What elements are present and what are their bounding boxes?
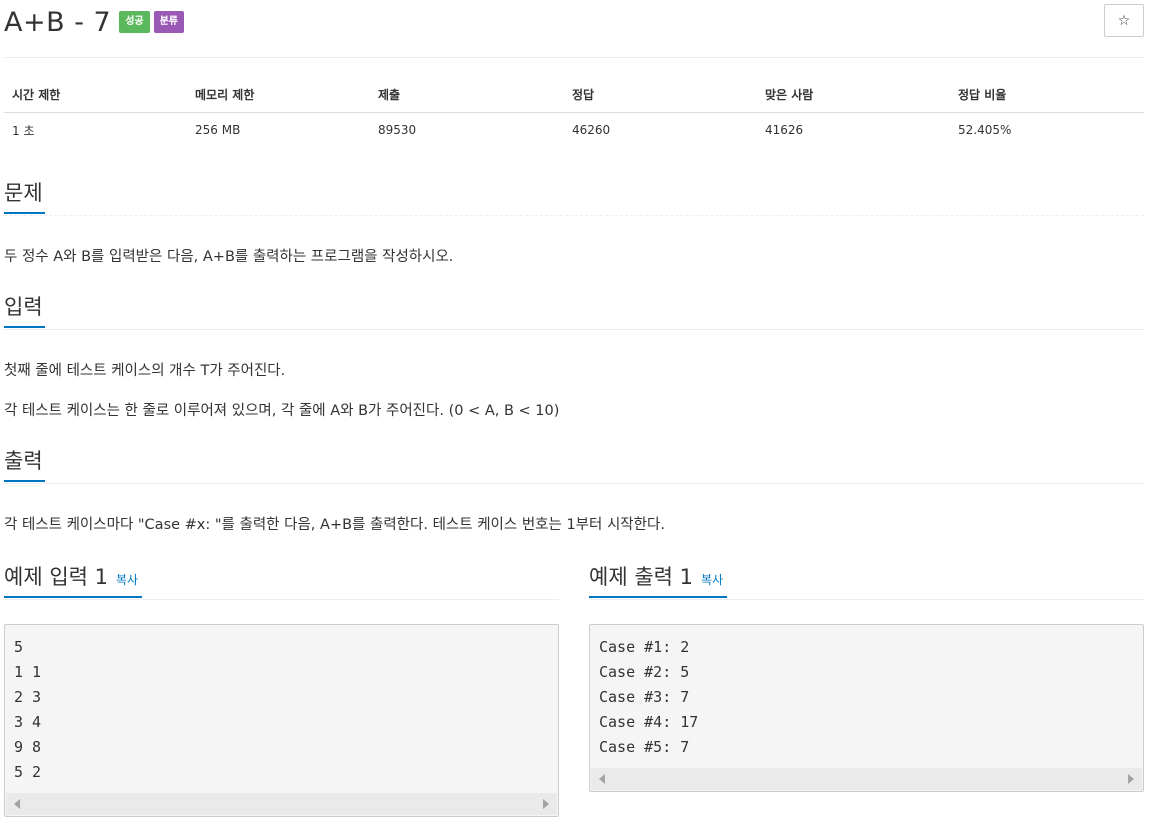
- problem-info-table: 시간 제한 메모리 제한 제출 정답 맞은 사람 정답 비율 1 초 256 M…: [4, 78, 1144, 148]
- table-header-cell: 메모리 제한: [187, 78, 370, 113]
- sample-input-line: 1 1: [14, 663, 42, 681]
- title-divider: [4, 57, 1144, 58]
- input-description-line: 각 테스트 케이스는 한 줄로 이루어져 있으며, 각 줄에 A와 B가 주어진…: [4, 403, 560, 419]
- sample-output-line: Case #2: 5: [599, 663, 690, 681]
- output-section-heading: 출력: [4, 446, 45, 482]
- output-section-header: 출력: [4, 446, 1144, 484]
- problem-title: A+B - 7: [4, 6, 112, 38]
- problem-description: 두 정수 A와 B를 입력받은 다음, A+B를 출력하는 프로그램을 작성하시…: [4, 249, 454, 265]
- table-header-cell: 제출: [370, 78, 564, 113]
- star-button[interactable]: ☆: [1104, 4, 1144, 37]
- scroll-right-icon[interactable]: [1128, 774, 1134, 784]
- status-badge-success: 성공: [119, 11, 150, 33]
- input-section-header: 입력: [4, 292, 1144, 330]
- table-cell: 46260: [572, 123, 611, 138]
- sample-input-line: 9 8: [14, 738, 42, 756]
- sample-input-box[interactable]: 5 1 1 2 3 3 4 9 8 5 2: [4, 624, 559, 817]
- scroll-right-icon[interactable]: [543, 799, 549, 809]
- output-description: 각 테스트 케이스마다 "Case #x: "를 출력한 다음, A+B를 출력…: [4, 517, 665, 533]
- sample-input-line: 3 4: [14, 713, 42, 731]
- sample-input-line: 2 3: [14, 688, 42, 706]
- table-cell: 89530: [378, 123, 417, 138]
- sample-output-heading: 예제 출력 1 복사: [589, 562, 728, 598]
- table-cell: 1 초: [12, 123, 35, 138]
- table-header-cell: 정답: [564, 78, 757, 113]
- sample-input-heading: 예제 입력 1 복사: [4, 562, 143, 598]
- sample-input-line: 5: [14, 638, 24, 656]
- sample-input-scrollbar[interactable]: [6, 793, 557, 815]
- sample-input-line: 5 2: [14, 763, 42, 781]
- sample-output-line: Case #1: 2: [599, 638, 690, 656]
- table-header-cell: 시간 제한: [4, 78, 187, 113]
- sample-output-title: 예제 출력 1: [589, 565, 693, 589]
- table-cell: 256 MB: [195, 123, 241, 138]
- table-cell: 52.405%: [958, 123, 1012, 138]
- table-cell: 41626: [765, 123, 804, 138]
- scroll-left-icon[interactable]: [14, 799, 20, 809]
- input-section-heading: 입력: [4, 292, 45, 328]
- sample-output-header: 예제 출력 1 복사: [589, 562, 1144, 600]
- sample-output-line: Case #5: 7: [599, 738, 690, 756]
- table-header-cell: 맞은 사람: [757, 78, 950, 113]
- copy-sample-input-button[interactable]: 복사: [116, 573, 138, 587]
- category-badge[interactable]: 분류: [153, 11, 185, 33]
- problem-section-header: 문제: [4, 178, 1144, 216]
- table-header-row: 시간 제한 메모리 제한 제출 정답 맞은 사람 정답 비율: [4, 78, 1144, 113]
- sample-output-scrollbar[interactable]: [591, 768, 1142, 790]
- problem-section-heading: 문제: [4, 178, 45, 214]
- problem-title-row: A+B - 7 성공 분류: [4, 4, 185, 40]
- star-icon: ☆: [1117, 12, 1131, 29]
- table-row: 1 초 256 MB 89530 46260 41626 52.405%: [4, 112, 1144, 148]
- sample-output-box[interactable]: Case #1: 2 Case #2: 5 Case #3: 7 Case #4…: [589, 624, 1144, 792]
- sample-output-line: Case #3: 7: [599, 688, 690, 706]
- scroll-left-icon[interactable]: [599, 774, 605, 784]
- sample-input-title: 예제 입력 1: [4, 565, 108, 589]
- input-description-line: 첫째 줄에 테스트 케이스의 개수 T가 주어진다.: [4, 363, 286, 379]
- sample-input-header: 예제 입력 1 복사: [4, 562, 559, 600]
- copy-sample-output-button[interactable]: 복사: [701, 573, 723, 587]
- table-header-cell: 정답 비율: [950, 78, 1144, 113]
- sample-output-line: Case #4: 17: [599, 713, 699, 731]
